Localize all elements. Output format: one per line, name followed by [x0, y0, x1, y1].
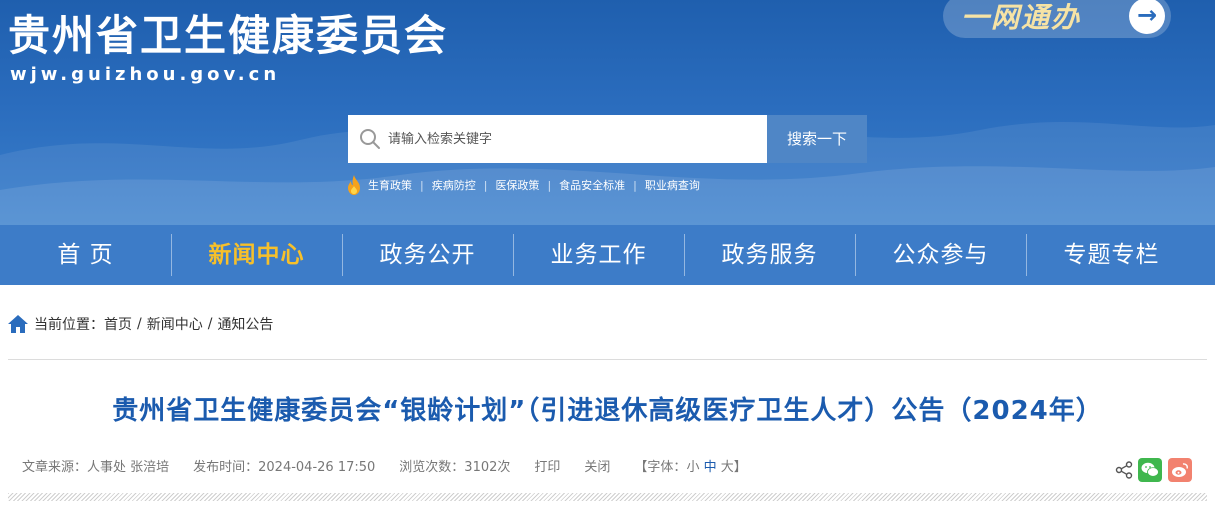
breadcrumb-news-center[interactable]: 新闻中心	[147, 314, 203, 334]
breadcrumb-prefix: 当前位置：	[34, 317, 104, 333]
hot-link-food-safety[interactable]: 食品安全标准	[559, 177, 625, 193]
wechat-icon[interactable]	[1138, 458, 1162, 482]
wechat-glyph	[1141, 462, 1159, 477]
breadcrumb-notices[interactable]: 通知公告	[217, 314, 273, 334]
site-url: wjw.guizhou.gov.cn	[10, 64, 281, 85]
hot-link-occupational-disease[interactable]: 职业病查询	[645, 177, 700, 193]
divider: |	[547, 178, 552, 192]
search-box	[348, 115, 767, 163]
nav-item-government-affairs-disclosure[interactable]: 政务公开	[342, 225, 513, 285]
home-icon	[8, 315, 28, 333]
font-size-small[interactable]: 小	[686, 456, 699, 475]
article-title: 贵州省卫生健康委员会“银龄计划”（引进退休高级医疗卫生人才）公告（2024年）	[112, 396, 1103, 426]
close-link[interactable]: 关闭	[584, 456, 610, 475]
hot-link-fertility-policy[interactable]: 生育政策	[368, 177, 412, 193]
article-source: 文章来源：人事处 张涪培	[22, 460, 170, 475]
font-size-prefix: 【字体：	[634, 460, 687, 475]
arrow-right-icon: →	[1129, 0, 1165, 34]
site-title: 贵州省卫生健康委员会	[8, 11, 449, 60]
hot-link-disease-control[interactable]: 疾病防控	[432, 177, 476, 193]
main-nav: 首 页 新闻中心 政务公开 业务工作 政务服务 公众参与 专题专栏	[0, 225, 1215, 285]
search-button[interactable]: 搜索一下	[767, 115, 867, 163]
nav-item-public-participation[interactable]: 公众参与	[855, 225, 1026, 285]
share-bar	[1115, 458, 1192, 482]
breadcrumb: 当前位置： 首页 / 新闻中心 / 通知公告	[8, 312, 273, 336]
view-count: 浏览次数：3102次	[399, 460, 511, 475]
divider: |	[483, 178, 488, 192]
search-input[interactable]	[388, 115, 758, 163]
breadcrumb-separator: /	[207, 316, 213, 332]
divider	[8, 359, 1207, 360]
one-net-label: 一网通办	[961, 1, 1082, 34]
weibo-glyph	[1172, 463, 1188, 477]
divider: |	[420, 178, 424, 192]
hot-links: 生育政策 | 疾病防控 | 医保政策 | 食品安全标准 | 职业病查询	[346, 174, 700, 196]
flame-icon	[348, 175, 360, 195]
publish-time: 发布时间：2024-04-26 17:50	[193, 460, 376, 475]
one-net-service-button[interactable]: 一网通办 →	[943, 0, 1171, 38]
print-link[interactable]: 打印	[534, 456, 560, 475]
nav-item-business-work[interactable]: 业务工作	[513, 225, 684, 285]
breadcrumb-separator: /	[137, 316, 142, 332]
article-meta: 文章来源：人事处 张涪培 发布时间：2024-04-26 17:50 浏览次数：…	[22, 456, 747, 475]
breadcrumb-home[interactable]: 首页	[104, 314, 132, 334]
nav-item-news-center[interactable]: 新闻中心	[171, 225, 342, 285]
font-size-suffix: 】	[733, 460, 747, 475]
hot-link-medical-insurance[interactable]: 医保政策	[495, 177, 539, 193]
share-icon[interactable]	[1115, 461, 1133, 479]
divider: |	[633, 178, 637, 192]
search-icon	[360, 129, 380, 149]
weibo-icon[interactable]	[1168, 458, 1192, 482]
font-size-large[interactable]: 大	[721, 456, 734, 475]
nav-item-government-services[interactable]: 政务服务	[684, 225, 855, 285]
font-size-medium[interactable]: 中	[704, 456, 717, 475]
nav-item-special-topics[interactable]: 专题专栏	[1026, 225, 1197, 285]
decorative-divider	[8, 493, 1207, 501]
nav-item-home[interactable]: 首 页	[0, 225, 171, 285]
